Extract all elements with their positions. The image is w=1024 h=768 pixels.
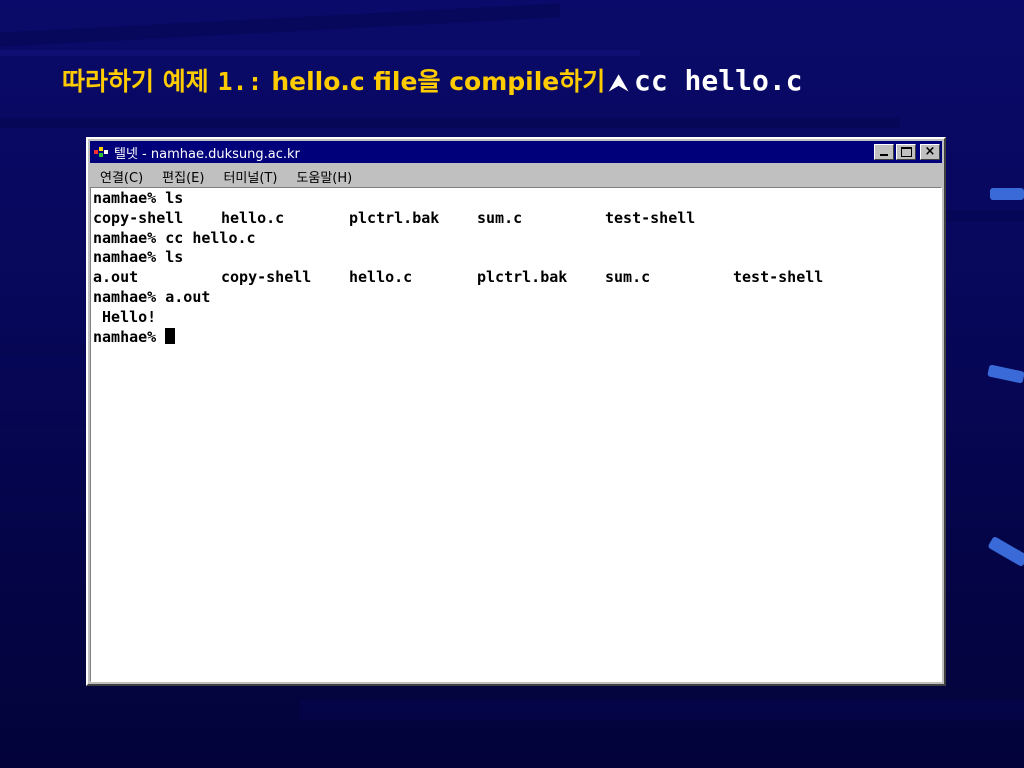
shell-prompt: namhae% [93,327,157,346]
file-listing-entry: sum.c [605,268,651,287]
terminal-prompt-line: namhae% [93,327,941,348]
terminal-prompt-line: namhae% ls [93,189,941,209]
file-listing-entry: test-shell [733,268,824,287]
window-title: 텔넷 - namhae.duksung.ac.kr [114,146,300,162]
file-listing-entry: plctrl.bak [477,268,568,287]
arrow-icon: ⮝ [609,71,628,96]
menu-help[interactable]: 도움말(H) [286,167,361,186]
background-stripe [300,700,1024,720]
menu-edit[interactable]: 편집(E) [152,167,213,186]
title-korean: 따라하기 예제 [62,67,209,96]
text-cursor [165,327,176,344]
file-listing-entry: hello.c [221,208,285,227]
decorative-swoosh [987,364,1024,384]
background-stripe [0,495,86,511]
shell-command: cc hello.c [156,228,256,247]
maximize-icon [900,147,912,157]
background-stripe [0,118,900,128]
terminal-prompt-line: namhae% ls [93,248,941,268]
background-stripe [0,345,86,355]
slide-title: 따라하기 예제 1.: hello.c file을 compile하기 ⮝ cc h… [62,62,803,98]
shell-command [156,328,165,346]
close-button[interactable]: × [920,144,940,160]
background-stripe [0,50,640,56]
terminal-output-line: a.out copy-shell hello.c plctrl.bak sum.c tes… [93,268,941,288]
menu-bar: 연결(C) 편집(E) 터미널(T) 도움말(H) [90,165,942,187]
shell-prompt: namhae% [93,228,157,247]
title-compile: compile [449,67,560,96]
shell-prompt: namhae% [93,287,157,306]
shell-command: ls [156,189,184,207]
title-particle: 을 [417,67,441,96]
shell-prompt: namhae% [93,248,157,267]
minimize-button[interactable] [874,144,894,160]
title-suffix: 하기 [559,67,606,96]
title-command: cc hello.c [633,64,803,97]
shell-prompt: namhae% [93,189,157,207]
terminal-output-line: copy-shell hello.c plctrl.bak sum.c test-she… [93,209,941,229]
maximize-button[interactable] [896,144,916,160]
background-stripe [946,480,1024,498]
background-stripe [0,410,86,428]
menu-terminal[interactable]: 터미널(T) [213,167,286,186]
shell-command: ls [156,248,184,267]
background-stripe [0,3,560,47]
close-icon: × [924,144,936,159]
file-listing-entry: a.out [93,268,139,287]
title-file: hello.c file [271,67,418,96]
title-number: 1.: [217,67,263,96]
file-listing-entry: test-shell [605,208,696,227]
terminal-prompt-line: namhae% a.out [93,288,941,308]
window-controls: × [874,144,940,160]
background-stripe [946,210,1024,222]
terminal-output-line: Hello! [93,307,157,326]
telnet-app-icon[interactable] [94,146,110,158]
decorative-swoosh [987,535,1024,568]
file-listing-entry: plctrl.bak [349,208,440,227]
terminal-screen[interactable]: namhae% ls copy-shell hello.c plctrl.bak sum… [90,187,942,682]
menu-connect[interactable]: 연결(C) [90,167,152,186]
file-listing-entry: sum.c [477,208,523,227]
decorative-swoosh [990,188,1024,200]
file-listing-entry: hello.c [349,268,413,287]
file-listing-entry: copy-shell [93,208,184,227]
terminal-prompt-line: namhae% cc hello.c [93,229,941,249]
file-listing-entry: copy-shell [221,268,312,287]
telnet-window: 텔넷 - namhae.duksung.ac.kr × 연결(C) 편집(E) … [86,137,946,686]
window-titlebar[interactable]: 텔넷 - namhae.duksung.ac.kr × [90,141,942,163]
minimize-icon [880,154,888,156]
shell-command: a.out [156,287,211,306]
